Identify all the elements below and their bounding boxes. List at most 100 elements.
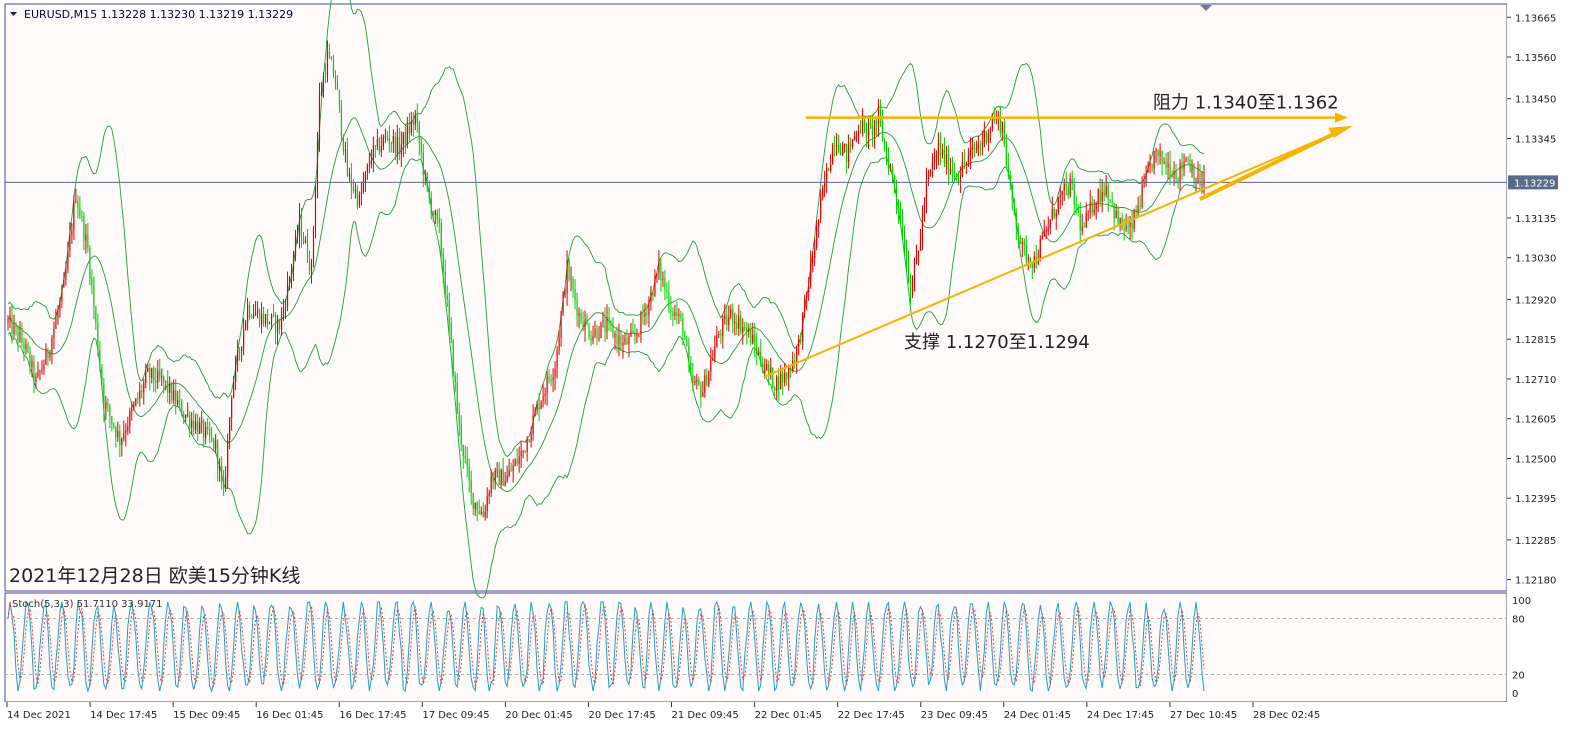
candle [23,337,25,362]
candle [448,292,450,335]
candle [360,181,363,206]
candle [278,318,281,335]
candle [808,276,810,301]
resistance-label: 阻力 1.1340至1.1362 [1153,93,1339,114]
candle [149,362,151,391]
candle [412,111,414,137]
candle [296,224,299,244]
candle [189,411,191,438]
candle [414,110,416,131]
candle [292,250,295,281]
candle [800,332,802,345]
candle [1053,207,1055,219]
candle [748,323,750,338]
candle [185,414,187,423]
candle [326,40,329,83]
candle [125,423,127,447]
y-tick-label: 1.12710 [1515,375,1556,386]
candle [540,400,542,410]
candle [1021,238,1023,258]
candle [919,228,922,251]
candle [41,360,43,375]
candle [408,112,410,142]
candle [262,306,265,327]
candle [668,280,670,314]
candle [867,116,870,149]
candle [1171,170,1173,179]
candle [203,418,205,447]
candle [193,409,195,436]
candle [1183,153,1185,177]
candle [774,385,776,397]
candle [845,143,848,174]
candle [1047,216,1049,236]
candle [999,105,1001,138]
candle [652,289,654,302]
y-tick-label: 1.12815 [1515,335,1556,346]
candle [43,359,45,376]
candle [532,404,534,441]
candle [195,413,197,434]
chart-window[interactable]: 1.13229 阻力 1.1340至1.1362 支撑 1.1270至1.1294… [0,0,1584,738]
candle [460,415,462,452]
candle [115,425,117,448]
candle [177,390,179,407]
candle [628,333,630,358]
candle [1107,182,1109,213]
candle [530,426,532,448]
candle [590,330,592,347]
candle [470,470,472,505]
y-tick-label: 1.13560 [1515,53,1556,64]
candle [576,292,578,327]
candle [1199,163,1201,189]
candle [466,446,468,478]
candle [197,413,199,441]
candle [366,163,368,180]
candle [424,169,426,186]
candle [482,502,484,518]
candle [418,120,420,156]
candle [1159,143,1161,165]
x-tick-label: 21 Dec 09:45 [672,710,739,721]
candle [931,153,934,178]
candle [1101,179,1103,213]
candle [921,205,924,251]
candle [1091,196,1093,217]
candle [254,300,257,317]
candle [209,421,211,444]
candle [941,143,944,159]
candle [33,355,35,394]
candle [734,312,736,336]
candle [648,296,650,328]
candle [636,328,638,344]
candle [330,56,333,61]
candle [25,338,27,355]
candle [586,313,588,326]
candle [107,398,109,412]
candle [688,337,690,373]
candle [428,180,430,204]
candle [1009,170,1011,190]
x-tick-label: 27 Dec 10:45 [1170,710,1237,721]
candle [690,356,692,377]
candle [502,457,504,486]
candle [462,444,464,469]
candle [1181,152,1183,181]
candle [534,407,536,417]
x-tick-label: 23 Dec 09:45 [921,710,988,721]
candle [1081,213,1083,236]
candle [322,72,325,98]
candle [957,171,960,186]
candle [925,167,928,214]
candle [752,322,754,345]
candle [887,147,890,175]
candle [378,136,380,155]
candle [951,156,954,183]
candle [173,379,175,405]
candle [268,321,271,325]
candle [949,157,952,175]
candle [476,501,478,522]
candle [969,137,971,170]
candle [250,313,253,319]
candle [1097,188,1099,213]
